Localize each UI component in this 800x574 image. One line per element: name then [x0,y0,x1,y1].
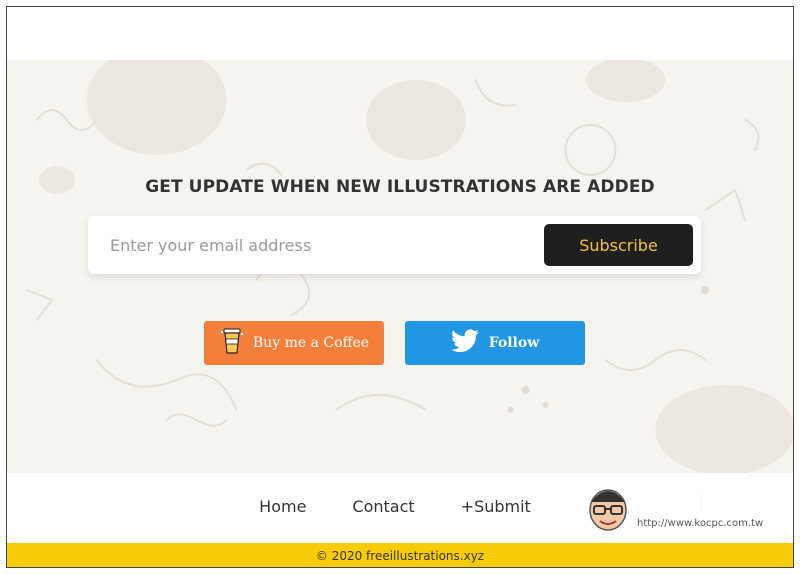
coffee-cup-icon [219,326,245,360]
subscribe-section: GET UPDATE WHEN NEW ILLUSTRATIONS ARE AD… [7,60,793,473]
subscribe-form: Subscribe [88,216,701,274]
twitter-follow-button[interactable]: Follow [405,321,585,365]
subscribe-button[interactable]: Subscribe [544,224,693,266]
buy-coffee-label: Buy me a Coffee [252,335,370,351]
subscribe-headline: GET UPDATE WHEN NEW ILLUSTRATIONS ARE AD… [145,177,655,197]
footer-link-contact[interactable]: Contact [352,497,414,516]
site-watermark: 電腦王阿達 http://www.kocpc.com.tw [585,480,785,536]
email-input[interactable] [110,228,530,262]
watermark-title: 電腦王阿達 [632,490,774,521]
buy-coffee-button[interactable]: Buy me a Coffee [204,321,384,365]
watermark-face-icon [589,489,627,531]
top-blank-area [7,7,793,60]
watermark-url: http://www.kocpc.com.tw [637,518,764,529]
copyright-bar: © 2020 freeillustrations.xyz [7,543,793,567]
copyright-text: © 2020 freeillustrations.xyz [315,549,485,563]
footer-link-submit[interactable]: +Submit [461,497,531,516]
twitter-follow-label: Follow [488,335,540,351]
twitter-bird-icon [450,329,479,357]
footer-link-home[interactable]: Home [259,497,306,516]
